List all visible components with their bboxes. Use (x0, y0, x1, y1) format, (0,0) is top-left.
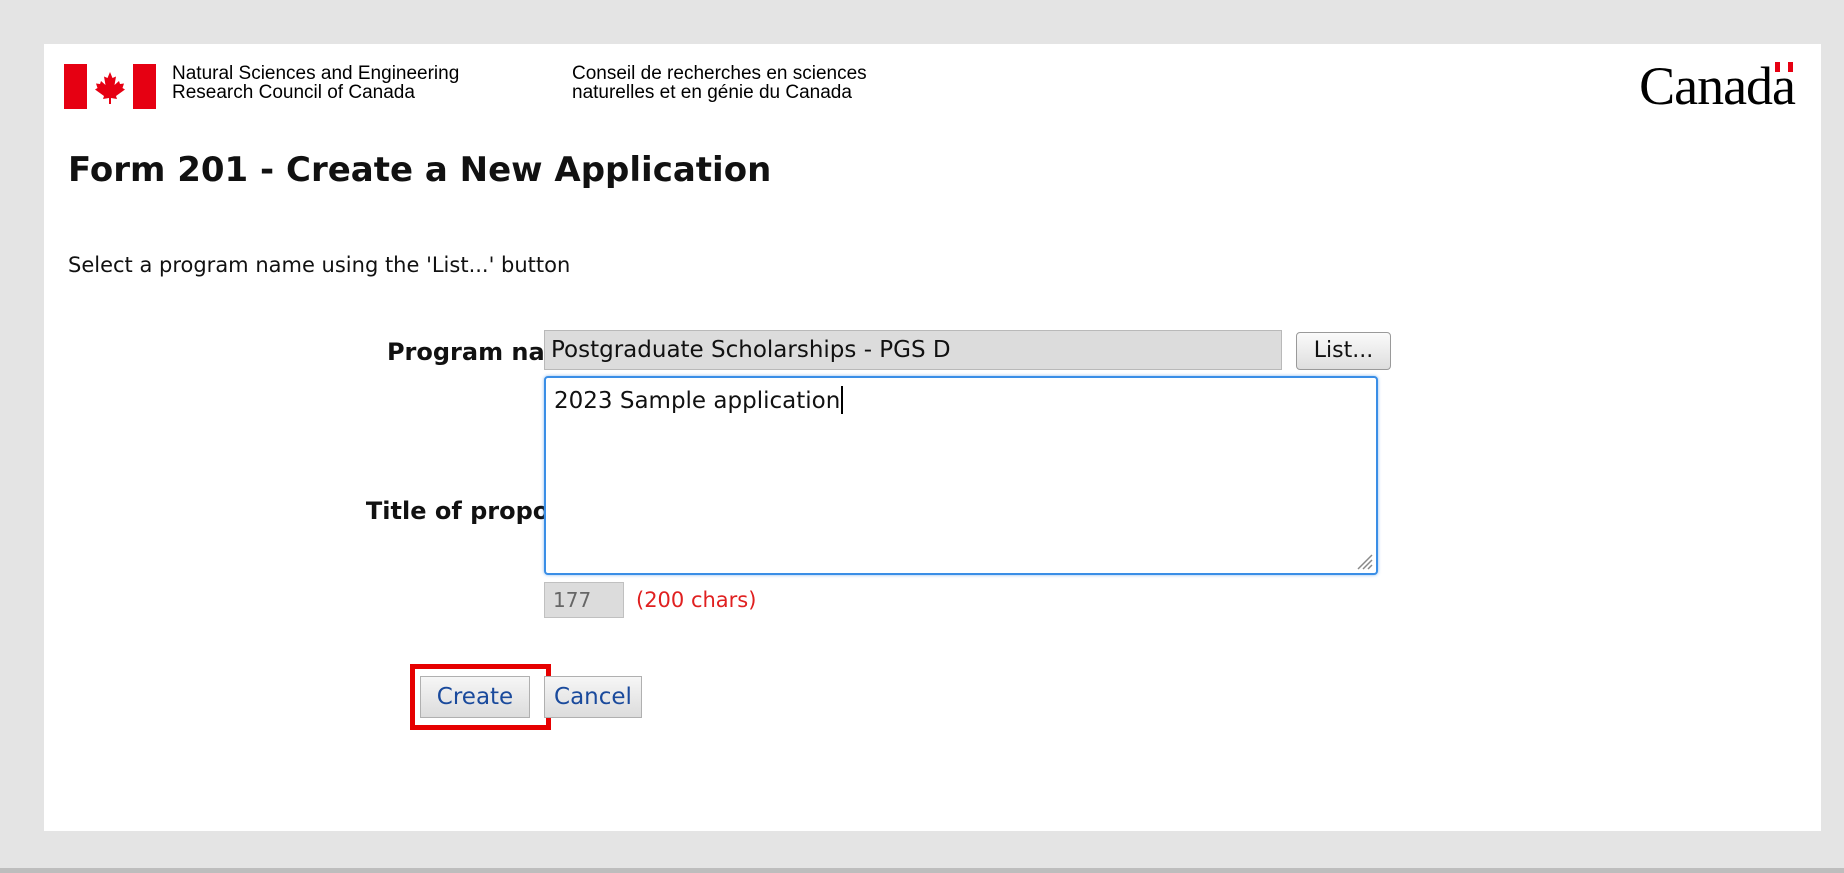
program-name-field: Postgraduate Scholarships - PGS D (544, 330, 1282, 370)
create-button[interactable]: Create (420, 676, 530, 718)
canada-wordmark-text: Canada (1639, 56, 1796, 116)
signature-english-line2: Research Council of Canada (172, 82, 415, 103)
signature-french-line1: Conseil de recherches en sciences (572, 63, 867, 84)
instructions-text: Select a program name using the 'List...… (68, 253, 571, 277)
canada-wordmark-flag-icon (1775, 62, 1793, 72)
maple-leaf-icon (95, 72, 125, 104)
text-caret (841, 386, 844, 414)
canada-flag-icon (64, 64, 156, 109)
canada-wordmark: Canada (1639, 56, 1796, 116)
page-title: Form 201 - Create a New Application (68, 150, 772, 190)
signature-english: Natural Sciences and Engineering Researc… (172, 64, 459, 102)
resize-grip-icon[interactable] (1353, 550, 1373, 570)
title-of-proposal-textarea[interactable]: 2023 Sample application (544, 376, 1378, 575)
form-panel: Natural Sciences and Engineering Researc… (44, 44, 1821, 831)
cancel-button[interactable]: Cancel (544, 676, 642, 718)
title-of-proposal-value: 2023 Sample application (554, 388, 841, 414)
signature-french-line2: naturelles et en génie du Canada (572, 82, 852, 103)
signature-french: Conseil de recherches en sciences nature… (572, 64, 867, 102)
list-button[interactable]: List... (1296, 332, 1391, 370)
signature-english-line1: Natural Sciences and Engineering (172, 63, 460, 84)
remaining-characters-counter: 177 (544, 582, 624, 618)
bottom-divider (0, 868, 1844, 873)
character-limit-text: (200 chars) (636, 588, 757, 612)
